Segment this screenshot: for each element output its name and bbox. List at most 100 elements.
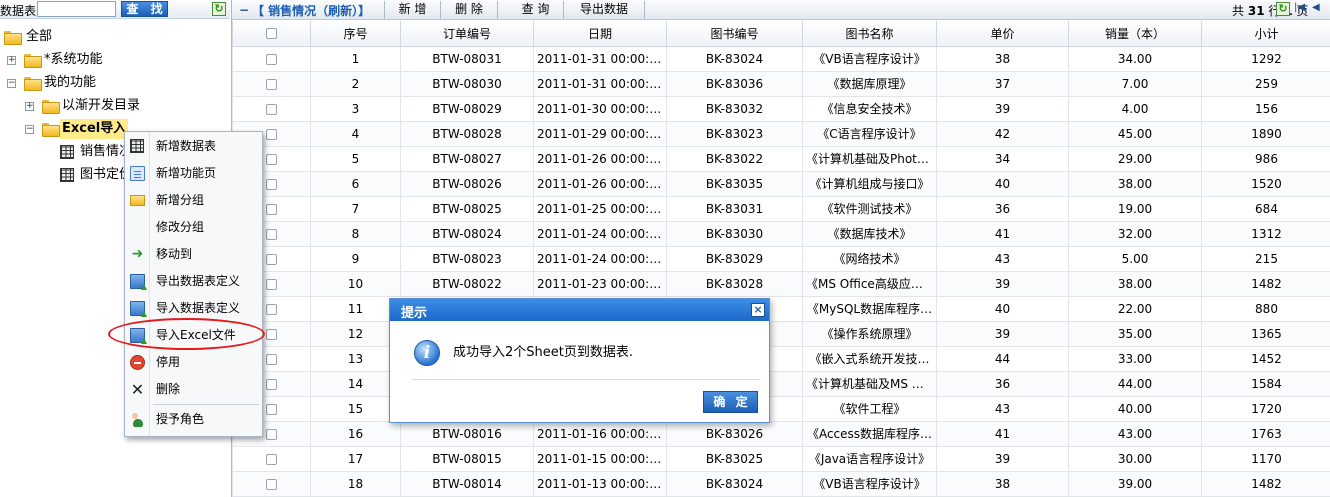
select-all-header[interactable] bbox=[232, 21, 311, 47]
table-cell: 《Java语言程序设计》 bbox=[802, 445, 937, 472]
close-icon[interactable]: × bbox=[751, 303, 765, 317]
context-menu: 新增数据表新增功能页新增分组修改分组 ➜ 移动到导出数据表定义导入数据表定义导入Ex… bbox=[124, 131, 263, 437]
import-excel-icon bbox=[130, 328, 147, 345]
table-row[interactable]: 7 BTW-08025 2011-01-25 00:00:00.0 BK-83031 《… bbox=[232, 195, 1330, 222]
column-header[interactable]: 单价 bbox=[936, 21, 1069, 47]
row-checkbox[interactable] bbox=[266, 128, 277, 140]
table-cell: 684 bbox=[1201, 195, 1330, 222]
table-row[interactable]: 2 BTW-08030 2011-01-31 00:00:00.0 BK-83036 《… bbox=[232, 70, 1330, 97]
row-checkbox[interactable] bbox=[266, 328, 277, 340]
table-row[interactable]: 6 BTW-08026 2011-01-26 00:00:00.0 BK-83035 《… bbox=[232, 170, 1330, 197]
table-row[interactable]: 4 BTW-08028 2011-01-29 00:00:00.0 BK-83023 《… bbox=[232, 120, 1330, 147]
row-checkbox[interactable] bbox=[266, 378, 277, 390]
tree-node-label: 全部 bbox=[26, 29, 53, 44]
collapse-panel-icon[interactable]: − bbox=[239, 3, 249, 17]
menu-item[interactable]: ✕ 删除 bbox=[125, 376, 262, 403]
column-header[interactable]: 图书编号 bbox=[666, 21, 803, 47]
menu-item-label: 授予角色 bbox=[156, 412, 205, 426]
menu-item-label: 导出数据表定义 bbox=[156, 274, 241, 288]
row-checkbox[interactable] bbox=[266, 303, 277, 315]
row-select-cell[interactable] bbox=[232, 45, 311, 72]
column-header[interactable]: 订单编号 bbox=[400, 21, 534, 47]
row-checkbox[interactable] bbox=[266, 78, 277, 90]
table-row[interactable]: 9 BTW-08023 2011-01-24 00:00:00.0 BK-83029 《… bbox=[232, 245, 1330, 272]
refresh-icon[interactable]: ↻ bbox=[1276, 2, 1290, 16]
row-select-cell[interactable] bbox=[232, 470, 311, 497]
table-search-input[interactable] bbox=[37, 1, 116, 17]
menu-item[interactable]: 新增分组 bbox=[125, 187, 262, 214]
query-button[interactable]: 查 询 bbox=[508, 0, 563, 19]
row-select-cell[interactable] bbox=[232, 445, 311, 472]
select-all-checkbox[interactable] bbox=[266, 28, 277, 40]
table-row[interactable]: 3 BTW-08029 2011-01-30 00:00:00.0 BK-83032 《… bbox=[232, 95, 1330, 122]
row-checkbox[interactable] bbox=[266, 353, 277, 365]
table-cell: 《操作系统原理》 bbox=[802, 320, 937, 347]
row-checkbox[interactable] bbox=[266, 428, 277, 440]
prev-page-icon[interactable]: ◀ bbox=[1312, 2, 1320, 13]
row-checkbox[interactable] bbox=[266, 453, 277, 465]
export-button[interactable]: 导出数据 bbox=[564, 0, 644, 19]
tree-node-dev-dir[interactable]: + 以渐开发目录 bbox=[22, 96, 222, 116]
menu-item[interactable]: 导出数据表定义 bbox=[125, 268, 262, 295]
table-row[interactable]: 18 BTW-08014 2011-01-13 00:00:00.0 BK-83024… bbox=[232, 470, 1330, 497]
first-page-icon[interactable]: |◀ bbox=[1294, 2, 1305, 13]
table-row[interactable]: 16 BTW-08016 2011-01-16 00:00:00.0 BK-83026… bbox=[232, 420, 1330, 447]
tree-node-root[interactable]: 全部 bbox=[4, 27, 204, 47]
menu-item[interactable]: 导入数据表定义 bbox=[125, 295, 262, 322]
table-cell: 1292 bbox=[1201, 45, 1330, 72]
row-select-cell[interactable] bbox=[232, 70, 311, 97]
menu-item[interactable]: ➜ 移动到 bbox=[125, 241, 262, 268]
row-checkbox[interactable] bbox=[266, 53, 277, 65]
row-checkbox[interactable] bbox=[266, 253, 277, 265]
row-checkbox[interactable] bbox=[266, 178, 277, 190]
tree-node-system[interactable]: + *系统功能 bbox=[4, 50, 204, 70]
column-header[interactable]: 小计 bbox=[1201, 21, 1330, 47]
table-row[interactable]: 17 BTW-08015 2011-01-15 00:00:00.0 BK-83025… bbox=[232, 445, 1330, 472]
row-checkbox[interactable] bbox=[266, 278, 277, 290]
search-button[interactable]: 查 找 bbox=[121, 1, 168, 17]
column-header[interactable]: 图书名称 bbox=[802, 21, 937, 47]
row-checkbox[interactable] bbox=[266, 403, 277, 415]
table-row[interactable]: 10 BTW-08022 2011-01-23 00:00:00.0 BK-83028… bbox=[232, 270, 1330, 297]
grid-title-link[interactable]: 【 销售情况（刷新）】 bbox=[252, 2, 370, 19]
refresh-icon[interactable]: ↻ bbox=[212, 2, 226, 16]
row-checkbox[interactable] bbox=[266, 203, 277, 215]
menu-item[interactable]: 修改分组 bbox=[125, 214, 262, 241]
table-cell: 34 bbox=[936, 145, 1069, 172]
table-cell: 2011-01-31 00:00:00.0 bbox=[533, 45, 667, 72]
table-row[interactable]: 5 BTW-08027 2011-01-26 00:00:00.0 BK-83022 《… bbox=[232, 145, 1330, 172]
table-cell: 13 bbox=[310, 345, 401, 372]
table-icon bbox=[60, 145, 74, 159]
table-cell: 40.00 bbox=[1068, 395, 1202, 422]
menu-item[interactable]: 停用 bbox=[125, 349, 262, 376]
row-checkbox[interactable] bbox=[266, 478, 277, 490]
row-checkbox[interactable] bbox=[266, 153, 277, 165]
collapse-icon[interactable]: − bbox=[7, 79, 16, 88]
row-checkbox[interactable] bbox=[266, 228, 277, 240]
table-cell: 5.00 bbox=[1068, 245, 1202, 272]
add-button[interactable]: 新 增 bbox=[385, 0, 440, 19]
menu-item[interactable]: 导入Excel文件 bbox=[125, 322, 262, 349]
info-icon: i bbox=[414, 340, 440, 366]
expand-icon[interactable]: + bbox=[25, 102, 34, 111]
expand-icon[interactable]: + bbox=[7, 56, 16, 65]
table-cell: 《计算机组成与接口》 bbox=[802, 170, 937, 197]
table-cell: 215 bbox=[1201, 245, 1330, 272]
column-header[interactable]: 销量（本） bbox=[1068, 21, 1202, 47]
row-select-cell[interactable] bbox=[232, 95, 311, 122]
tree-node-mine[interactable]: − 我的功能 bbox=[4, 73, 204, 93]
table-cell: BTW-08027 bbox=[400, 145, 534, 172]
menu-item-label: 修改分组 bbox=[156, 220, 205, 234]
column-header[interactable]: 序号 bbox=[310, 21, 401, 47]
table-row[interactable]: 8 BTW-08024 2011-01-24 00:00:00.0 BK-83030 《… bbox=[232, 220, 1330, 247]
menu-item[interactable]: 授予角色 bbox=[125, 406, 262, 433]
menu-item[interactable]: 新增功能页 bbox=[125, 160, 262, 187]
collapse-icon[interactable]: − bbox=[25, 125, 34, 134]
export-icon bbox=[130, 274, 147, 291]
column-header[interactable]: 日期 bbox=[533, 21, 667, 47]
menu-item[interactable]: 新增数据表 bbox=[125, 133, 262, 160]
table-row[interactable]: 1 BTW-08031 2011-01-31 00:00:00.0 BK-83024 《… bbox=[232, 45, 1330, 72]
delete-button[interactable]: 删 除 bbox=[441, 0, 497, 19]
row-checkbox[interactable] bbox=[266, 103, 277, 115]
ok-button[interactable]: 确 定 bbox=[703, 391, 758, 413]
